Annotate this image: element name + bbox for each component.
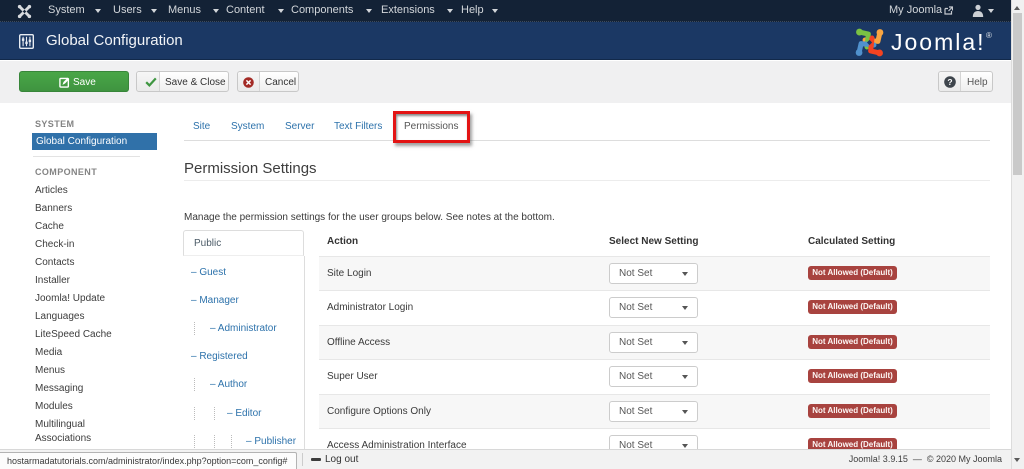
svg-text:?: ? xyxy=(947,77,952,87)
